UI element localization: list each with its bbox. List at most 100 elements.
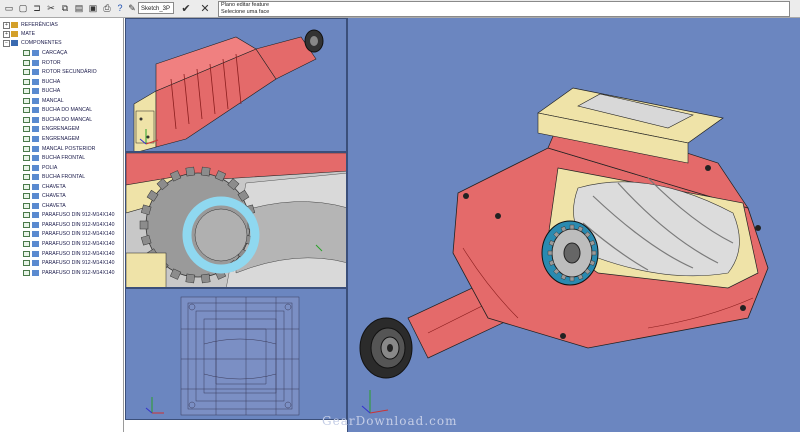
tree-item[interactable]: PARAFUSO DIN 912-M14X140 (0, 211, 123, 220)
expand-icon[interactable]: + (3, 31, 10, 38)
tree-item[interactable]: PARAFUSO DIN 912-M14X140 (0, 259, 123, 268)
tree-item-label: PARAFUSO DIN 912-M14X140 (42, 231, 115, 238)
sketch-name-field[interactable]: Sketch_3P (138, 2, 174, 14)
visibility-checkbox[interactable] (23, 174, 30, 181)
pencil-icon[interactable]: ✎ (126, 2, 138, 14)
visibility-checkbox[interactable] (23, 221, 30, 228)
tree-item[interactable]: BUCHA DO MANCAL (0, 106, 123, 115)
tree-item-label: PARAFUSO DIN 912-M14X140 (42, 221, 115, 228)
tree-item-label: PARAFUSO DIN 912-M14X140 (42, 250, 115, 257)
gear-tooth (139, 220, 149, 230)
tree-group-label: MATE (21, 31, 36, 37)
message-line-1: Plano editar feature (221, 2, 270, 8)
cut-icon[interactable]: ✂ (45, 2, 57, 14)
copy-icon[interactable]: ⧉ (59, 2, 71, 14)
new-icon[interactable]: ▭ (3, 2, 15, 14)
gear-tooth (185, 273, 196, 284)
part-icon (32, 183, 39, 190)
tree-item[interactable]: BUCHA (0, 87, 123, 96)
visibility-checkbox[interactable] (23, 202, 30, 209)
window-icon[interactable]: ⊐ (31, 2, 43, 14)
tree-group[interactable]: + REFERÊNCIAS (0, 21, 123, 30)
visibility-checkbox[interactable] (23, 250, 30, 257)
visibility-checkbox[interactable] (23, 241, 30, 247)
message-area: Plano editar feature Selecione uma face (218, 1, 790, 17)
expand-icon[interactable]: + (3, 22, 10, 29)
tree-item[interactable]: BUCHA FRONTAL (0, 154, 123, 163)
rectangle-icon[interactable]: ▢ (17, 2, 29, 14)
tree-item[interactable]: MANCAL POSTERIOR (0, 145, 123, 154)
tree-item[interactable]: PARAFUSO DIN 912-M14X140 (0, 250, 123, 259)
part-icon (32, 97, 39, 104)
viewport-main[interactable] (347, 18, 800, 432)
visibility-checkbox[interactable] (23, 97, 30, 104)
visibility-checkbox[interactable] (23, 78, 30, 85)
part-icon (32, 135, 39, 142)
part-icon (32, 145, 39, 152)
viewport-bottom-left[interactable] (125, 288, 347, 420)
visibility-checkbox[interactable] (23, 145, 30, 152)
visibility-checkbox[interactable] (23, 155, 30, 162)
viewport-top-left[interactable] (125, 18, 347, 152)
save-icon[interactable]: ▣ (87, 2, 99, 14)
paste-icon[interactable]: ▤ (73, 2, 85, 14)
visibility-checkbox[interactable] (23, 269, 30, 276)
visibility-checkbox[interactable] (23, 260, 30, 267)
visibility-checkbox[interactable] (23, 193, 30, 200)
tree-group[interactable]: − COMPONENTES (0, 39, 123, 48)
part-icon (32, 69, 39, 76)
part-icon (32, 88, 39, 95)
tree-item[interactable]: PARAFUSO DIN 912-M14X140 (0, 230, 123, 239)
tree-item[interactable]: PARAFUSO DIN 912-M14X140 (0, 269, 123, 278)
tree-item[interactable]: ROTOR SECUNDÁRIO (0, 68, 123, 77)
visibility-checkbox[interactable] (23, 164, 30, 171)
tree-group-label: COMPONENTES (21, 40, 62, 46)
tree-item[interactable]: BUCHA DO MANCAL (0, 116, 123, 125)
visibility-checkbox[interactable] (23, 183, 30, 190)
tree-item[interactable]: PARAFUSO DIN 912-M14X140 (0, 221, 123, 230)
tree-item[interactable]: BUCHA FRONTAL (0, 173, 123, 182)
tree-item[interactable]: POLIA (0, 164, 123, 173)
tree-item[interactable]: CHAVETA (0, 183, 123, 192)
visibility-checkbox[interactable] (23, 69, 30, 76)
tree-group[interactable]: + MATE (0, 30, 123, 39)
visibility-checkbox[interactable] (23, 135, 30, 142)
viewport-middle-left[interactable] (125, 152, 347, 288)
visibility-checkbox[interactable] (23, 231, 30, 238)
tree-item-label: ROTOR (42, 59, 61, 66)
visibility-checkbox[interactable] (23, 212, 30, 219)
tree-item[interactable]: CHAVETA (0, 192, 123, 201)
folder-icon (11, 40, 18, 46)
gear-tooth (569, 276, 575, 282)
tree-item[interactable]: MANCAL (0, 97, 123, 106)
tree-item[interactable]: BUCHA (0, 78, 123, 87)
expand-icon[interactable]: − (3, 40, 10, 47)
visibility-checkbox[interactable] (23, 116, 30, 123)
tree-item[interactable]: ENGRENAGEM (0, 125, 123, 134)
part-icon (32, 221, 39, 228)
visibility-checkbox[interactable] (23, 107, 30, 114)
visibility-checkbox[interactable] (23, 126, 30, 133)
tree-item[interactable]: CHAVETA (0, 202, 123, 211)
check-icon[interactable]: ✔ (180, 2, 192, 15)
part-icon (32, 260, 39, 267)
part-icon (32, 241, 39, 247)
part-icon (32, 116, 39, 123)
visibility-checkbox[interactable] (23, 50, 30, 56)
visibility-checkbox[interactable] (23, 88, 30, 95)
cancel-icon[interactable]: ✕ (199, 2, 211, 15)
help-icon[interactable]: ? (114, 2, 126, 14)
tree-item-label: BUCHA FRONTAL (42, 174, 86, 181)
visibility-checkbox[interactable] (23, 59, 30, 66)
gear-closeup-render (126, 153, 346, 287)
gear-tooth (200, 273, 211, 284)
tree-item-label: PARAFUSO DIN 912-M14X140 (42, 269, 115, 276)
tree-item[interactable]: PARAFUSO DIN 912-M14X140 (0, 240, 123, 249)
tree-item[interactable]: CARCAÇA (0, 49, 123, 58)
tree-item[interactable]: ROTOR (0, 59, 123, 68)
print-icon[interactable]: ⎙ (101, 2, 113, 14)
tree-item[interactable]: ENGRENAGEM (0, 135, 123, 144)
part-icon (32, 50, 39, 56)
tree-item-label: PARAFUSO DIN 912-M14X140 (42, 212, 115, 219)
tree-item-label: BUCHA (42, 88, 61, 95)
